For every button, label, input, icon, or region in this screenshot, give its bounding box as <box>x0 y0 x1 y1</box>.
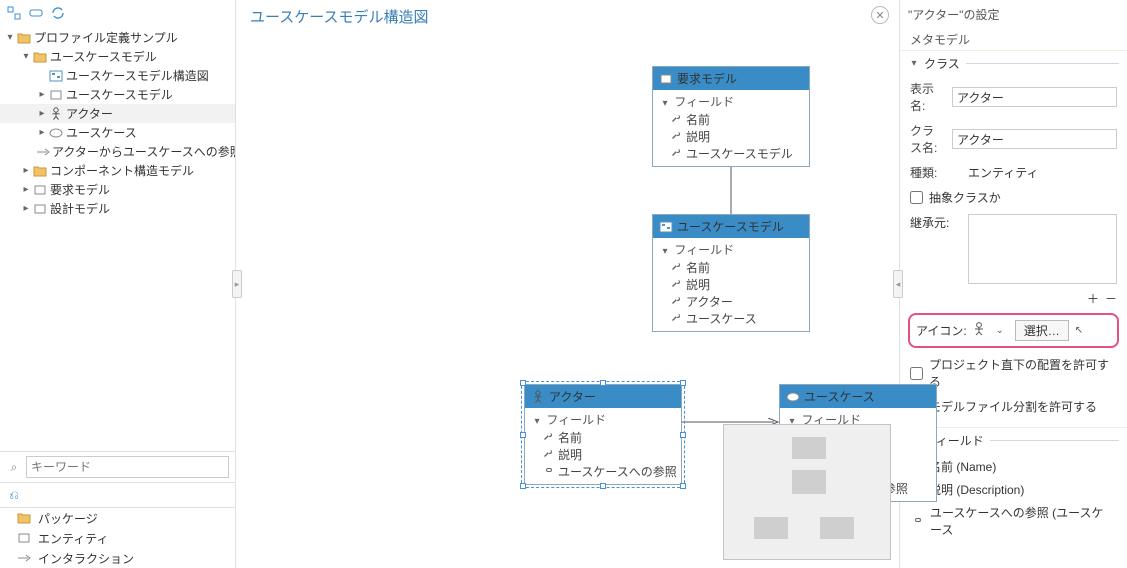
inherit-textarea[interactable] <box>968 214 1117 284</box>
filter-row: ⌕ <box>0 451 235 482</box>
diagram-canvas[interactable]: ユースケースモデル構造図 ✕ ▸ ◂ 要求モデル▾ フィールド名前説明ユースケー… <box>236 0 899 568</box>
metamodel-label: メタモデル <box>900 29 1127 50</box>
class-name-label: クラス名: <box>910 122 944 156</box>
inherit-row: 継承元: <box>900 210 1127 288</box>
kind-label: 種類: <box>910 164 960 181</box>
diagram-title: ユースケースモデル構造図 <box>250 6 429 27</box>
class-name-input[interactable] <box>952 129 1117 149</box>
palette-item[interactable]: エンティティ <box>0 528 235 548</box>
left-sash[interactable]: ▸ <box>232 270 242 298</box>
tree-item[interactable]: ▸要求モデル <box>0 180 235 199</box>
link-icon[interactable] <box>28 5 44 21</box>
property-field[interactable]: ユースケースへの参照 (ユースケース <box>904 501 1123 541</box>
actor-icon <box>973 322 985 339</box>
filter-input[interactable] <box>26 456 229 478</box>
display-name-label: 表示名: <box>910 80 944 114</box>
tree-item[interactable]: ▸設計モデル <box>0 199 235 218</box>
abstract-row[interactable]: 抽象クラスか <box>900 185 1127 210</box>
overview-panel[interactable] <box>723 424 891 560</box>
inherit-buttons: ＋ － <box>900 288 1127 309</box>
selection-handle[interactable] <box>600 380 606 386</box>
selection-handle[interactable] <box>600 483 606 489</box>
selection-handle[interactable] <box>520 432 526 438</box>
tree-item[interactable]: ユースケースモデル構造図 <box>0 66 235 85</box>
selection-handle[interactable] <box>680 483 686 489</box>
properties-title: "アクター"の設定 <box>900 0 1127 29</box>
remove-inherit-button[interactable]: － <box>1105 290 1117 307</box>
icon-select-button[interactable]: 選択… <box>1015 320 1069 341</box>
icon-dropdown[interactable]: ⌄ <box>991 325 1009 336</box>
icon-row-highlight: アイコン: ⌄ 選択… ↖ <box>908 313 1119 348</box>
model-tree[interactable]: ▾プロファイル定義サンプル▾ユースケースモデルユースケースモデル構造図▸ユースケ… <box>0 26 235 451</box>
kind-row: 種類: エンティティ <box>900 160 1127 185</box>
selection-handle[interactable] <box>520 483 526 489</box>
sidebar: ▾プロファイル定義サンプル▾ユースケースモデルユースケースモデル構造図▸ユースケ… <box>0 0 236 568</box>
tree-item[interactable]: ▸コンポーネント構造モデル <box>0 161 235 180</box>
display-name-input[interactable] <box>952 87 1117 107</box>
sync-icon[interactable] <box>50 5 66 21</box>
structure-icon-row: ⎌ <box>0 482 235 507</box>
abstract-checkbox[interactable] <box>910 191 923 204</box>
display-name-row: 表示名: <box>900 76 1127 118</box>
entity-e3[interactable]: アクター▾ フィールド名前説明ユースケースへの参照 <box>524 384 682 485</box>
palette-list: パッケージエンティティインタラクション <box>0 507 235 568</box>
allow-root-label: プロジェクト直下の配置を許可する <box>929 356 1117 390</box>
palette-item[interactable]: パッケージ <box>0 508 235 528</box>
icon-label: アイコン: <box>916 322 967 339</box>
entity-e2[interactable]: ユースケースモデル▾ フィールド名前説明アクターユースケース <box>652 214 810 332</box>
class-name-row: クラス名: <box>900 118 1127 160</box>
add-inherit-button[interactable]: ＋ <box>1087 290 1099 307</box>
tree-item[interactable]: ▾ユースケースモデル <box>0 47 235 66</box>
tree-item[interactable]: アクターからユースケースへの参照 <box>0 142 235 161</box>
palette-item[interactable]: インタラクション <box>0 548 235 568</box>
selection-handle[interactable] <box>680 380 686 386</box>
selection-handle[interactable] <box>520 380 526 386</box>
selection-handle[interactable] <box>680 432 686 438</box>
structure-icon[interactable]: ⎌ <box>6 487 22 503</box>
allow-split-label: モデルファイル分割を許可する <box>929 398 1097 415</box>
entity-e1[interactable]: 要求モデル▾ フィールド名前説明ユースケースモデル <box>652 66 810 167</box>
allow-root-checkbox[interactable] <box>910 367 923 380</box>
tree-item[interactable]: ▾プロファイル定義サンプル <box>0 28 235 47</box>
right-sash[interactable]: ◂ <box>893 270 903 298</box>
abstract-label: 抽象クラスか <box>929 189 1001 206</box>
sidebar-toolbar <box>0 0 235 26</box>
tree-item[interactable]: ▸アクター <box>0 104 235 123</box>
inherit-label: 継承元: <box>910 214 960 284</box>
class-section-header[interactable]: ▾ クラス <box>900 50 1127 76</box>
tree-item[interactable]: ▸ユースケース <box>0 123 235 142</box>
kind-value: エンティティ <box>968 164 1039 181</box>
cursor-icon: ↖ <box>1075 325 1083 336</box>
keyword-icon: ⌕ <box>6 459 22 475</box>
tree-item[interactable]: ▸ユースケースモデル <box>0 85 235 104</box>
collapse-icon[interactable] <box>6 5 22 21</box>
close-button[interactable]: ✕ <box>871 6 889 24</box>
